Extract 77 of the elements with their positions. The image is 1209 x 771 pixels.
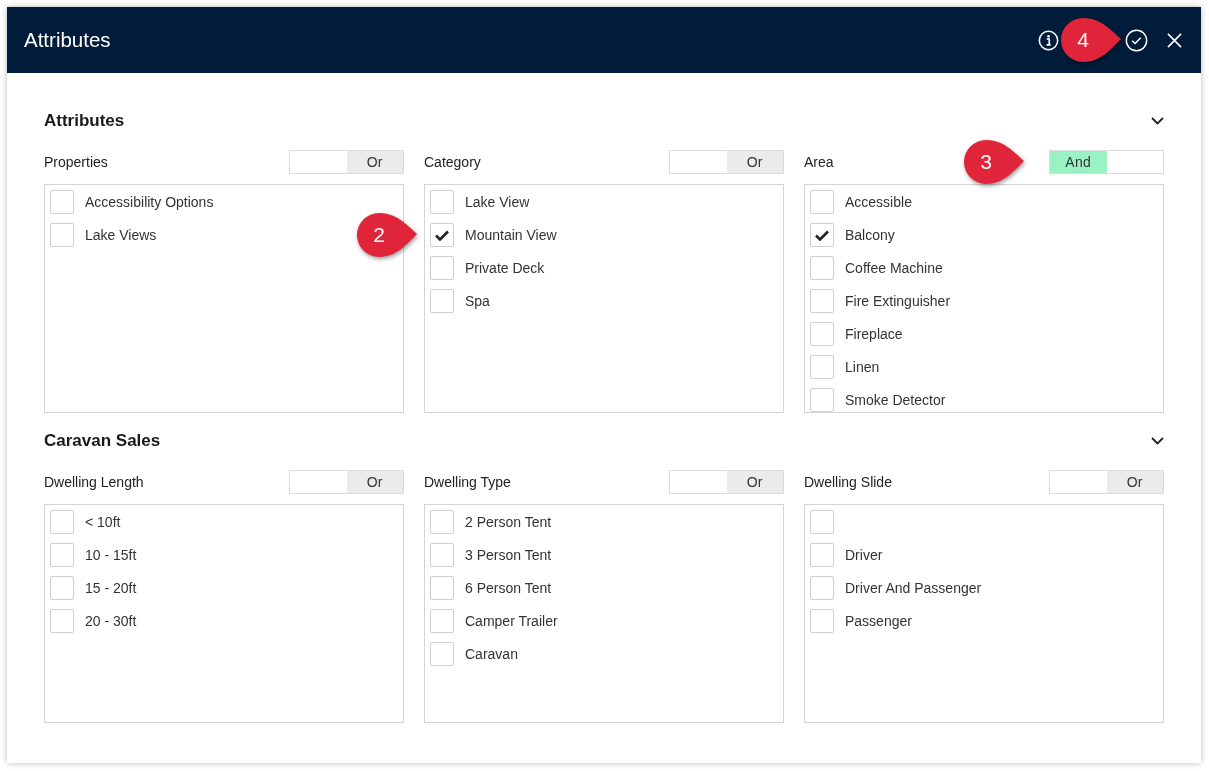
checkbox[interactable] (810, 510, 834, 534)
option-label: Lake Views (85, 227, 157, 243)
option-label: < 10ft (85, 514, 121, 530)
mode-switch[interactable]: Or (669, 470, 784, 494)
checkbox[interactable] (50, 223, 74, 247)
option-label: 15 - 20ft (85, 580, 137, 596)
callout-marker: 3 (963, 139, 1025, 185)
option-label: Fire Extinguisher (845, 293, 951, 309)
checkbox[interactable] (810, 223, 834, 247)
callout-marker: 2 (356, 212, 418, 258)
option-label: Driver (845, 547, 883, 563)
option-label: Linen (845, 359, 880, 375)
option-label: Smoke Detector (845, 392, 946, 408)
option-label: Camper Trailer (465, 613, 558, 629)
checkbox[interactable] (810, 190, 834, 214)
option-label: Spa (465, 293, 490, 309)
mode-switch[interactable]: Or (669, 150, 784, 174)
info-icon (1037, 29, 1059, 51)
filter-label: Properties (44, 154, 108, 170)
checkbox[interactable] (810, 543, 834, 567)
chevron-down-icon[interactable] (1151, 117, 1164, 125)
checkbox[interactable] (810, 256, 834, 280)
option-label: 20 - 30ft (85, 613, 137, 629)
checkbox[interactable] (810, 388, 834, 412)
filter-label: Area (804, 154, 834, 170)
option-label: 3 Person Tent (465, 547, 552, 563)
tick-icon (435, 229, 449, 241)
filter-label: Dwelling Type (424, 474, 511, 490)
checkbox[interactable] (810, 609, 834, 633)
filter-label: Category (424, 154, 481, 170)
info-button[interactable] (1037, 29, 1059, 51)
chevron-down-icon[interactable] (1151, 437, 1164, 445)
checkbox[interactable] (810, 576, 834, 600)
option-label: Accessibility Options (85, 194, 214, 210)
checkbox[interactable] (430, 256, 454, 280)
close-icon (1166, 32, 1182, 48)
checkbox[interactable] (430, 510, 454, 534)
filter-label: Dwelling Slide (804, 474, 892, 490)
checkbox[interactable] (430, 190, 454, 214)
checkbox[interactable] (50, 543, 74, 567)
checkbox[interactable] (430, 609, 454, 633)
checkbox[interactable] (810, 289, 834, 313)
checkbox[interactable] (50, 576, 74, 600)
option-label: 6 Person Tent (465, 580, 552, 596)
checkbox[interactable] (430, 543, 454, 567)
checkbox[interactable] (50, 510, 74, 534)
checkbox[interactable] (430, 576, 454, 600)
option-label: Caravan (465, 646, 518, 662)
option-label: Passenger (845, 613, 912, 629)
checkbox[interactable] (50, 190, 74, 214)
option-label: Driver And Passenger (845, 580, 982, 596)
checkbox[interactable] (810, 355, 834, 379)
section-title: Attributes (44, 111, 125, 131)
section-title: Caravan Sales (44, 431, 161, 451)
checkbox[interactable] (430, 289, 454, 313)
option-label: Accessible (845, 194, 912, 210)
checkbox[interactable] (50, 609, 74, 633)
option-label: Lake View (465, 194, 530, 210)
option-label: 2 Person Tent (465, 514, 552, 530)
option-label: Balcony (845, 227, 895, 243)
check-circle-icon (1124, 28, 1148, 52)
option-label: 10 - 15ft (85, 547, 137, 563)
option-label: Coffee Machine (845, 260, 943, 276)
mode-switch[interactable]: Or (1049, 470, 1164, 494)
option-label: Mountain View (465, 227, 557, 243)
checkbox[interactable] (430, 642, 454, 666)
callout-marker: 4 (1060, 17, 1122, 63)
option-label: Fireplace (845, 326, 903, 342)
checkbox[interactable] (810, 322, 834, 346)
mode-switch[interactable]: Or (289, 470, 404, 494)
checkbox[interactable] (430, 223, 454, 247)
tick-icon (815, 229, 829, 241)
filter-label: Dwelling Length (44, 474, 144, 490)
window-title: Attributes (24, 28, 111, 52)
mode-switch[interactable]: And (1049, 150, 1164, 174)
option-label: Private Deck (465, 260, 545, 276)
mode-switch[interactable]: Or (289, 150, 404, 174)
